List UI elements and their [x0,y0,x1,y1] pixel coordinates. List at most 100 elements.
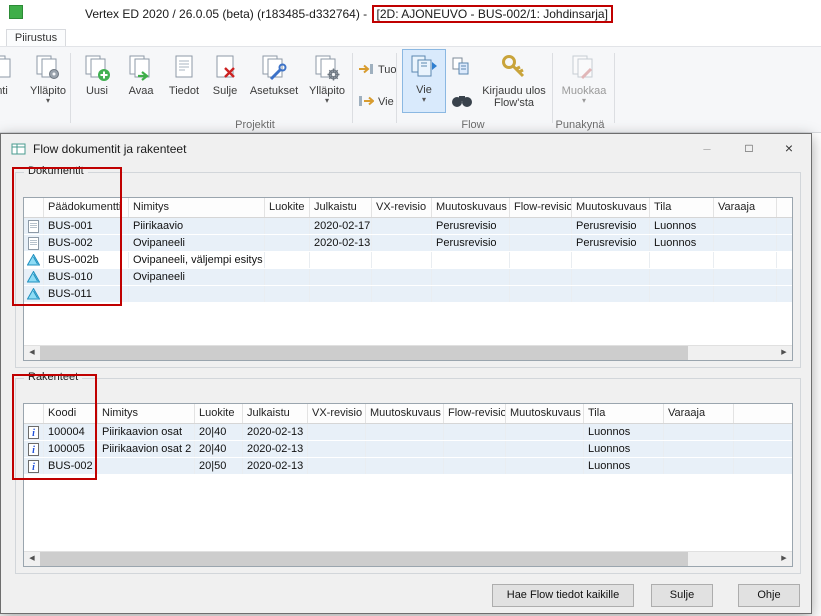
table-cell [432,252,510,268]
scroll-left-icon[interactable]: ◀ [24,346,40,360]
scroll-right-icon[interactable]: ▶ [776,346,792,360]
column-header-icon[interactable] [24,404,44,423]
column-header[interactable]: Varaaja [664,404,734,423]
scrollbar-thumb[interactable] [40,552,688,566]
tab-piirustus[interactable]: Piirustus [6,29,66,47]
ohje-button[interactable]: Ohje [738,584,800,607]
column-header[interactable]: Nimitys [98,404,195,423]
import-icon [358,62,374,79]
scrollbar-thumb[interactable] [40,346,688,360]
ribbon-button-avaa[interactable]: Avaa [120,51,162,117]
table-cell [265,269,310,285]
table-row[interactable]: BUS-002bOvipaneeli, väljempi esitys [24,252,792,269]
table-cell [310,252,372,268]
mini-pages-icon [451,56,473,81]
column-header[interactable]: Flow-revisio [444,404,506,423]
ribbon-separator [70,53,71,123]
column-header[interactable]: Nimitys [129,198,265,217]
scroll-left-icon[interactable]: ◀ [24,552,40,566]
column-header[interactable]: VX-revisio [372,198,432,217]
table-cell [714,218,777,234]
scroll-right-icon[interactable]: ▶ [776,552,792,566]
scrollbar-track[interactable] [40,552,776,566]
maximize-button[interactable]: □ [729,134,769,163]
column-header[interactable]: Luokite [195,404,243,423]
column-header[interactable]: Tila [650,198,714,217]
table-row[interactable]: i100004Piirikaavion osat20|402020-02-13L… [24,424,792,441]
column-header-icon[interactable] [24,198,44,217]
column-header[interactable]: Julkaistu [243,404,308,423]
ribbon-button-asetukset[interactable]: Asetukset [246,51,302,117]
column-header[interactable]: Koodi [44,404,98,423]
table-cell-filler [777,252,792,268]
documents-groupbox: Dokumentit PäädokumenttiNimitysLuokiteJu… [15,172,801,368]
table-cell: Luonnos [584,441,664,457]
ribbon-button-sulje-projekti[interactable]: Sulje [205,51,245,117]
table-cell-filler [777,269,792,285]
export-icon [358,94,374,111]
table-row[interactable]: BUS-010Ovipaneeli [24,269,792,286]
column-header[interactable]: VX-revisio [308,404,366,423]
ribbon-button-partial-yllapito[interactable]: Ylläpito ▾ [24,51,72,117]
column-header[interactable]: Julkaistu [310,198,372,217]
ribbon-button-vie-flow[interactable]: Vie ▾ [402,49,446,113]
export-pages-icon [409,52,439,82]
structures-hscrollbar[interactable]: ◀ ▶ [24,551,792,566]
close-document-icon [210,53,240,83]
table-cell [366,441,444,457]
hae-flow-tiedot-button[interactable]: Hae Flow tiedot kaikille [492,584,634,607]
column-header[interactable]: Muutoskuvaus [432,198,510,217]
table-cell: 2020-02-13 [243,424,308,440]
table-row[interactable]: i100005Piirikaavion osat 220|402020-02-1… [24,441,792,458]
table-cell [714,235,777,251]
ribbon-button-tuo[interactable]: Tuo [358,59,397,81]
table-row[interactable]: BUS-002Ovipaneeli2020-02-13PerusrevisioP… [24,235,792,252]
table-row[interactable]: BUS-001Piirikaavio2020-02-17Perusrevisio… [24,218,792,235]
structures-table-header: KoodiNimitysLuokiteJulkaistuVX-revisioMu… [24,404,792,424]
table-cell [572,252,650,268]
table-cell [265,252,310,268]
ribbon-button-vie-small[interactable]: Vie [358,91,394,113]
ribbon-button-yllapito[interactable]: Ylläpito ▾ [303,51,351,117]
table-row[interactable]: BUS-011 [24,286,792,303]
column-header[interactable]: Muutoskuvaus [572,198,650,217]
table-cell [714,269,777,285]
column-header[interactable]: Muutoskuvaus [506,404,584,423]
table-cell [366,458,444,474]
table-row[interactable]: iBUS-00220|502020-02-13Luonnos [24,458,792,475]
table-cell [444,458,506,474]
ribbon-separator [352,53,353,123]
column-header[interactable]: Varaaja [714,198,777,217]
documents-table-header: PäädokumenttiNimitysLuokiteJulkaistuVX-r… [24,198,792,218]
column-header-filler [777,198,792,217]
documents-group-label: Dokumentit [24,165,88,177]
ribbon-button-partial-nti[interactable]: nti [0,51,22,117]
close-button[interactable]: × [769,134,809,163]
model-icon [24,286,44,302]
maintenance-gear-icon [312,53,342,83]
ribbon-group-label-punakyna: Punakynä [530,119,630,131]
dialog-title-bar[interactable]: Flow dokumentit ja rakenteet – □ × [1,134,811,164]
sulje-button[interactable]: Sulje [651,584,713,607]
column-header[interactable]: Luokite [265,198,310,217]
ribbon-button-muokkaa[interactable]: Muokkaa ▾ [558,51,610,117]
ribbon-button-uusi[interactable]: Uusi [76,51,118,117]
minimize-button[interactable]: – [687,134,727,163]
table-cell: 20|40 [195,441,243,457]
documents-table-body: BUS-001Piirikaavio2020-02-17Perusrevisio… [24,218,792,345]
documents-table: PäädokumenttiNimitysLuokiteJulkaistuVX-r… [23,197,793,361]
column-header[interactable]: Tila [584,404,664,423]
ribbon-button-kirjaudu-ulos[interactable]: Kirjaudu ulos Flow'sta [478,51,550,117]
flow-pages-button[interactable] [449,55,475,81]
documents-hscrollbar[interactable]: ◀ ▶ [24,345,792,360]
search-binoculars-button[interactable] [449,89,475,115]
column-header[interactable]: Muutoskuvaus [366,404,444,423]
ribbon-button-tiedot[interactable]: Tiedot [163,51,205,117]
column-header[interactable]: Päädokumentti [44,198,129,217]
new-project-icon [82,53,112,83]
open-project-icon [126,53,156,83]
ribbon-button-label: Vie [378,96,394,108]
table-cell: 2020-02-13 [310,235,372,251]
scrollbar-track[interactable] [40,346,776,360]
column-header[interactable]: Flow-revisio [510,198,572,217]
